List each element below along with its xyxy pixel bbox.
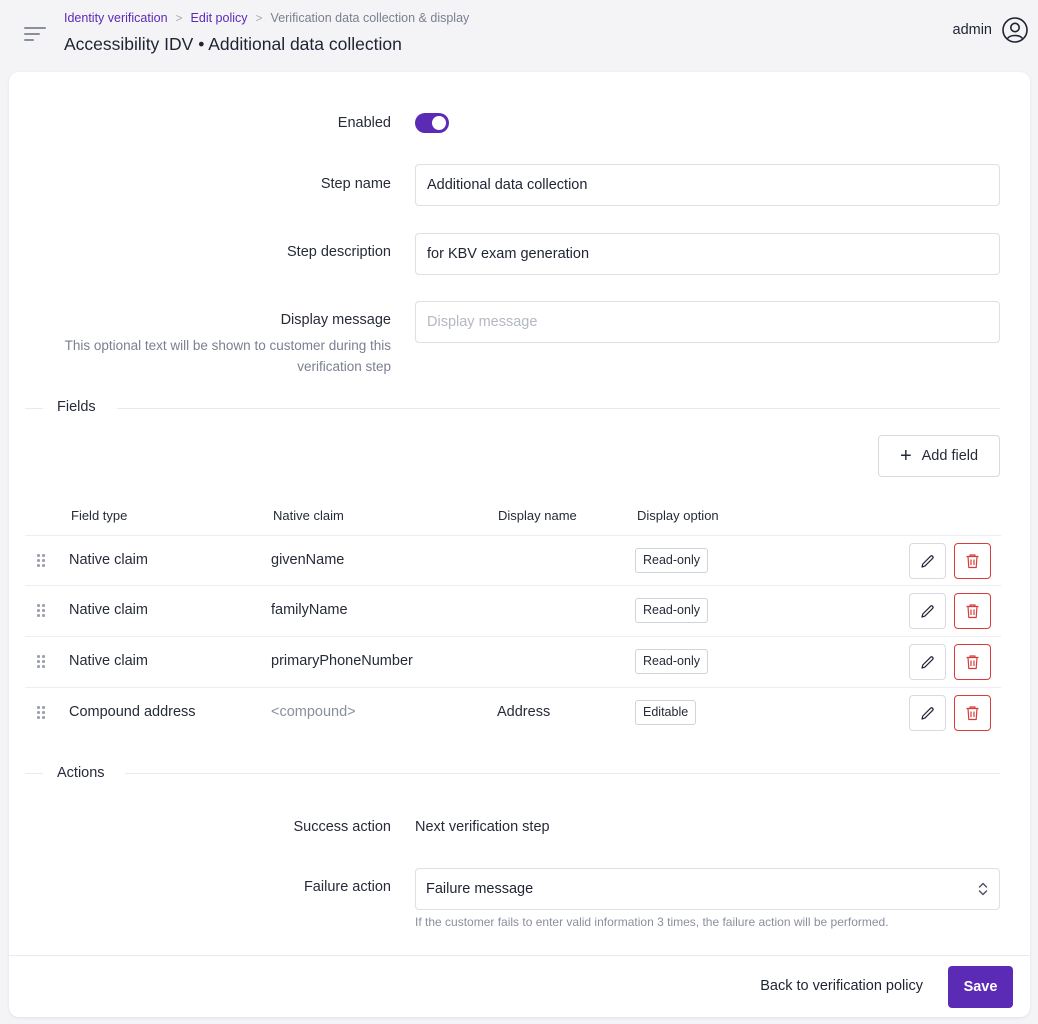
table-row: Compound address <compound> Address Edit… bbox=[25, 687, 1001, 737]
pencil-icon bbox=[921, 706, 934, 720]
edit-field-button[interactable] bbox=[909, 695, 946, 731]
drag-handle-icon[interactable] bbox=[37, 554, 45, 568]
chevron-right-icon: > bbox=[255, 11, 263, 25]
page-title: Accessibility IDV • Additional data coll… bbox=[64, 34, 402, 54]
success-action-value: Next verification step bbox=[415, 819, 550, 835]
edit-field-button[interactable] bbox=[909, 644, 946, 680]
field-type-cell: Native claim bbox=[69, 653, 148, 669]
fields-section-title: Fields bbox=[57, 399, 96, 415]
drag-handle-icon[interactable] bbox=[37, 706, 45, 720]
user-avatar-icon[interactable] bbox=[1002, 17, 1028, 43]
success-action-label: Success action bbox=[293, 819, 391, 835]
enabled-toggle[interactable] bbox=[415, 113, 449, 133]
native-claim-cell: primaryPhoneNumber bbox=[271, 653, 413, 669]
failure-action-hint: If the customer fails to enter valid inf… bbox=[415, 915, 889, 929]
failure-action-select[interactable]: Failure message bbox=[415, 868, 1000, 910]
pencil-icon bbox=[921, 554, 934, 568]
divider bbox=[25, 773, 43, 774]
column-header-native-claim: Native claim bbox=[273, 508, 344, 523]
pencil-icon bbox=[921, 655, 934, 669]
trash-icon bbox=[966, 554, 979, 569]
native-claim-cell: familyName bbox=[271, 602, 348, 618]
pencil-icon bbox=[921, 604, 934, 618]
failure-action-selected: Failure message bbox=[426, 881, 534, 897]
trash-icon bbox=[966, 706, 979, 721]
page-header: Identity verification > Edit policy > Ve… bbox=[0, 0, 1038, 72]
display-option-badge: Read-only bbox=[635, 548, 708, 573]
delete-field-button[interactable] bbox=[954, 695, 991, 731]
breadcrumb-edit-policy[interactable]: Edit policy bbox=[191, 11, 248, 25]
field-type-cell: Native claim bbox=[69, 602, 148, 618]
user-menu[interactable]: admin bbox=[953, 17, 1029, 43]
native-claim-cell: givenName bbox=[271, 552, 345, 568]
toggle-knob bbox=[432, 116, 446, 130]
breadcrumb: Identity verification > Edit policy > Ve… bbox=[64, 11, 469, 25]
divider bbox=[125, 773, 1000, 774]
delete-field-button[interactable] bbox=[954, 543, 991, 579]
step-description-input[interactable] bbox=[415, 233, 1000, 275]
delete-field-button[interactable] bbox=[954, 644, 991, 680]
display-option-badge: Editable bbox=[635, 700, 697, 725]
add-field-label: Add field bbox=[921, 448, 979, 464]
table-row: Native claim givenName Read-only bbox=[25, 535, 1001, 585]
display-message-input[interactable] bbox=[415, 301, 1000, 343]
step-name-input[interactable] bbox=[415, 164, 1000, 206]
display-name-cell: Address bbox=[497, 704, 551, 720]
field-type-cell: Native claim bbox=[69, 552, 148, 568]
native-claim-cell: <compound> bbox=[271, 704, 356, 720]
form-footer: Back to verification policy Save bbox=[9, 955, 1030, 1017]
menu-icon[interactable] bbox=[24, 24, 46, 42]
back-to-policy-link[interactable]: Back to verification policy bbox=[760, 978, 923, 994]
step-form-card: Enabled Step name Step description Displ… bbox=[9, 72, 1030, 1017]
trash-icon bbox=[966, 655, 979, 670]
enabled-label: Enabled bbox=[337, 115, 391, 131]
drag-handle-icon[interactable] bbox=[37, 604, 45, 618]
display-option-badge: Read-only bbox=[635, 649, 708, 674]
actions-section-title: Actions bbox=[57, 765, 105, 781]
breadcrumb-current: Verification data collection & display bbox=[270, 11, 470, 25]
add-field-button[interactable]: + Add field bbox=[878, 435, 1000, 477]
column-header-field-type: Field type bbox=[71, 508, 128, 523]
save-button[interactable]: Save bbox=[948, 966, 1013, 1008]
table-row: Native claim primaryPhoneNumber Read-onl… bbox=[25, 636, 1001, 686]
display-option-badge: Read-only bbox=[635, 598, 708, 623]
divider bbox=[25, 408, 43, 409]
column-header-display-option: Display option bbox=[637, 508, 719, 523]
step-name-label: Step name bbox=[320, 176, 391, 192]
drag-handle-icon[interactable] bbox=[37, 655, 45, 669]
column-header-display-name: Display name bbox=[498, 508, 577, 523]
plus-icon: + bbox=[899, 445, 912, 467]
chevron-up-down-icon bbox=[978, 882, 988, 896]
display-message-hint: This optional text will be shown to cust… bbox=[64, 338, 391, 374]
username: admin bbox=[952, 22, 993, 38]
display-message-label: Display message bbox=[280, 312, 391, 328]
chevron-right-icon: > bbox=[175, 11, 183, 25]
table-row: Native claim familyName Read-only bbox=[25, 585, 1001, 635]
divider bbox=[117, 408, 1000, 409]
trash-icon bbox=[966, 604, 979, 619]
failure-action-label: Failure action bbox=[303, 879, 391, 895]
breadcrumb-identity-verification[interactable]: Identity verification bbox=[64, 11, 168, 25]
delete-field-button[interactable] bbox=[954, 593, 991, 629]
field-type-cell: Compound address bbox=[69, 704, 196, 720]
step-description-label: Step description bbox=[287, 244, 391, 260]
edit-field-button[interactable] bbox=[909, 593, 946, 629]
edit-field-button[interactable] bbox=[909, 543, 946, 579]
